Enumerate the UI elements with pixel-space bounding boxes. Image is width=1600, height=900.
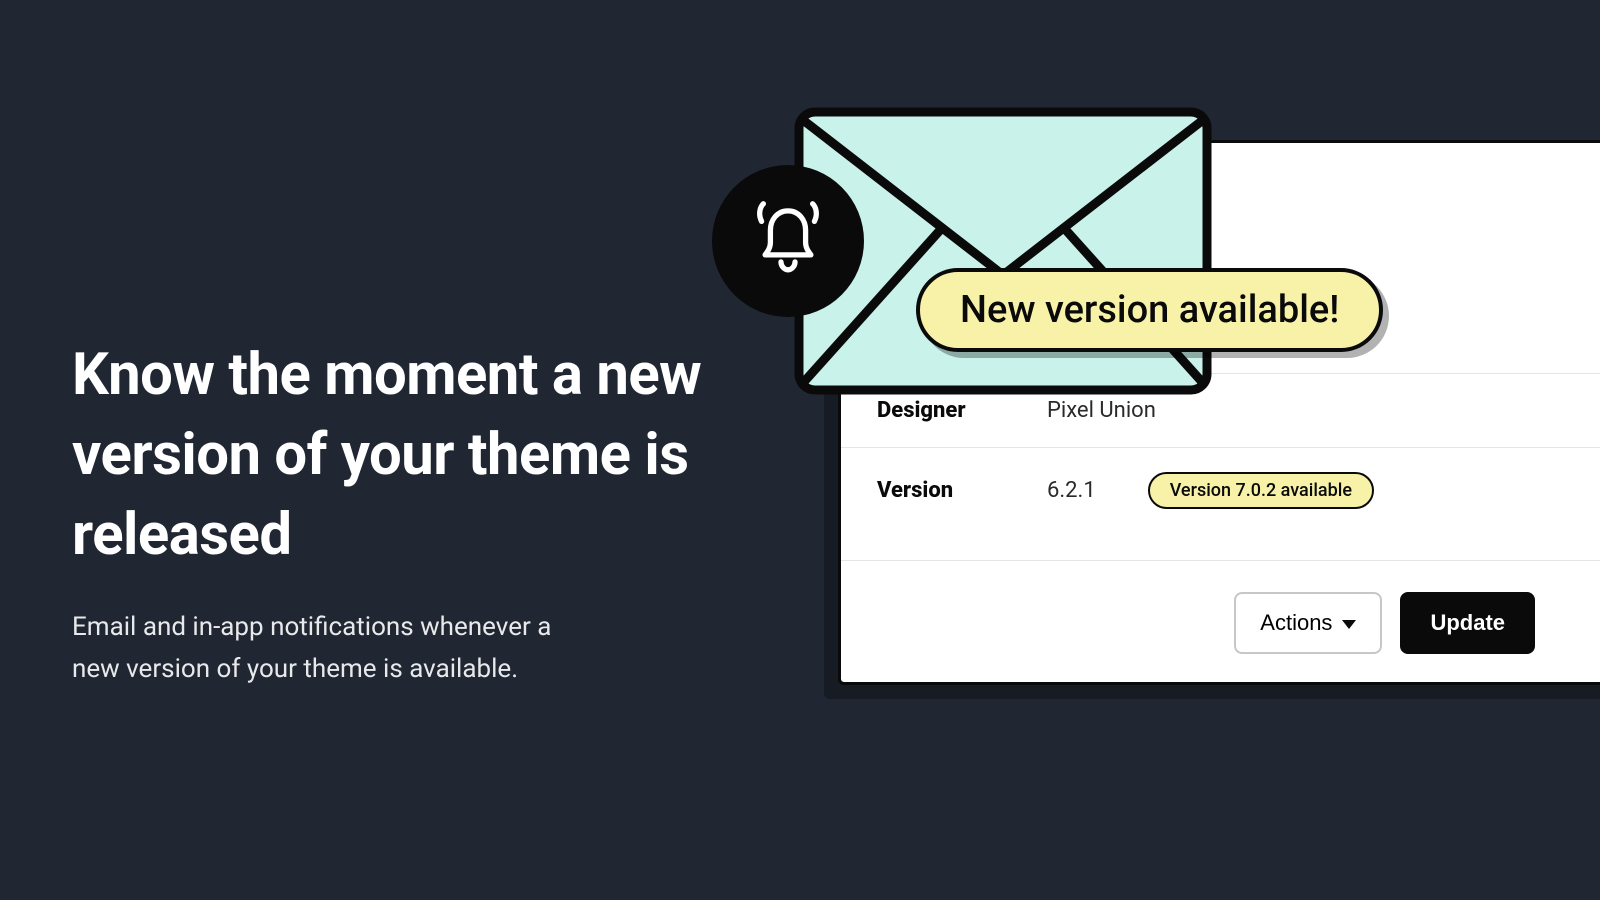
version-row: Version 6.2.1 Version 7.0.2 available: [841, 447, 1600, 533]
designer-label: Designer: [877, 398, 1047, 423]
hero-headline: Know the moment a new version of your th…: [72, 335, 702, 575]
version-label: Version: [877, 478, 1047, 503]
hero-subtext: Email and in-app notifications whenever …: [72, 607, 592, 690]
divider: [841, 560, 1600, 561]
actions-button-label: Actions: [1260, 610, 1332, 636]
hero-text-block: Know the moment a new version of your th…: [72, 335, 702, 690]
caret-down-icon: [1342, 620, 1356, 629]
notification-bell-badge: [712, 165, 864, 317]
version-available-badge: Version 7.0.2 available: [1148, 472, 1374, 509]
version-value: 6.2.1: [1047, 478, 1096, 503]
update-button[interactable]: Update: [1400, 592, 1535, 654]
bell-icon: [744, 195, 832, 287]
actions-dropdown-button[interactable]: Actions: [1234, 592, 1382, 654]
new-version-banner: New version available!: [916, 268, 1383, 352]
designer-value: Pixel Union: [1047, 398, 1156, 423]
card-action-bar: Actions Update: [1234, 592, 1600, 654]
